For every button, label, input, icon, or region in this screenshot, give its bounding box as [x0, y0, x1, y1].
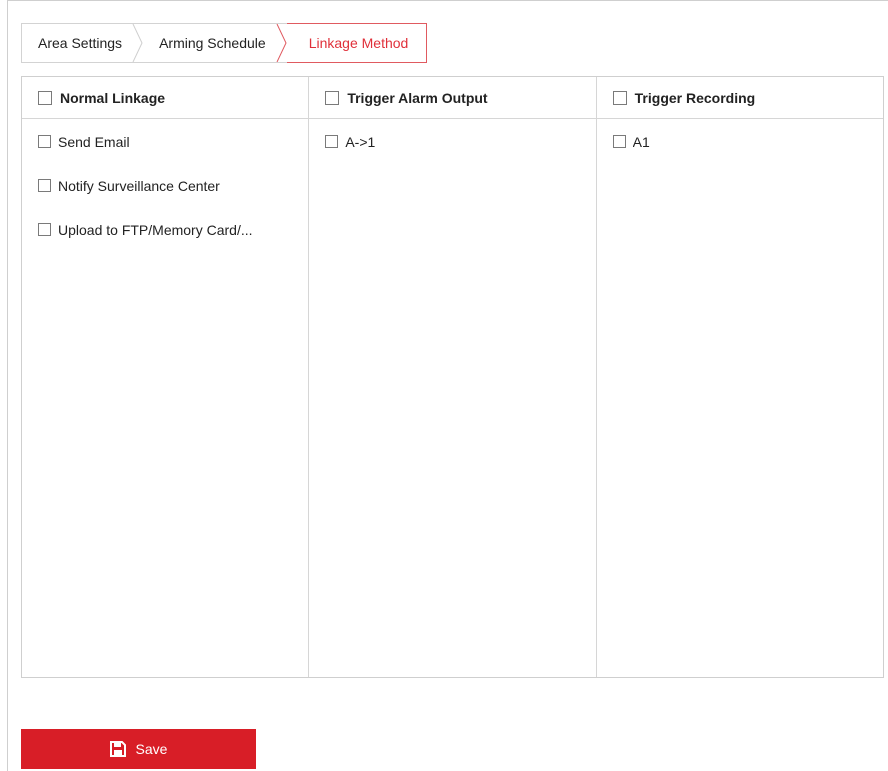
list-item: Notify Surveillance Center [22, 175, 308, 196]
item-label: A->1 [345, 133, 376, 150]
column-body: A->1 [309, 119, 595, 175]
column-header: Trigger Recording [596, 77, 883, 119]
list-item: A1 [597, 131, 883, 152]
item-label: A1 [632, 133, 650, 150]
column-trigger-alarm-output: Trigger Alarm Output A->1 [309, 77, 597, 677]
column-body: Send Email Notify Surveillance Center Up… [22, 119, 308, 263]
normal-linkage-select-all-checkbox[interactable] [38, 90, 52, 105]
column-header-label: Normal Linkage [60, 89, 166, 106]
tab-label: Area Settings [38, 35, 123, 51]
content-frame: Area Settings Arming Schedule Linkage Me… [7, 0, 888, 771]
trigger-recording-select-all-checkbox[interactable] [612, 90, 627, 105]
column-trigger-recording: Trigger Recording A1 [596, 77, 883, 677]
item-label: Upload to FTP/Memory Card/... [58, 221, 253, 238]
tab-linkage-method[interactable]: Linkage Method [286, 23, 428, 63]
tab-label: Arming Schedule [159, 35, 266, 51]
list-item: Send Email [22, 131, 308, 152]
column-header: Normal Linkage [22, 77, 309, 119]
list-item: Upload to FTP/Memory Card/... [22, 219, 308, 240]
item-label: Notify Surveillance Center [58, 177, 220, 194]
tab-arming-schedule[interactable]: Arming Schedule [143, 24, 287, 62]
tab-bar: Area Settings Arming Schedule Linkage Me… [21, 23, 428, 63]
column-header-label: Trigger Alarm Output [347, 89, 488, 106]
column-normal-linkage: Normal Linkage Send Email Notify Surveil… [22, 77, 310, 677]
tab-area-settings[interactable]: Area Settings [22, 24, 143, 62]
trigger-alarm-output-select-all-checkbox[interactable] [325, 90, 340, 105]
column-body: A1 [597, 119, 883, 175]
save-button[interactable]: Save [21, 729, 256, 769]
save-button-label: Save [135, 741, 168, 757]
alarm-output-a1-checkbox[interactable] [325, 135, 339, 148]
linkage-table: Normal Linkage Send Email Notify Surveil… [21, 76, 884, 678]
item-label: Send Email [58, 133, 130, 150]
recording-a1-checkbox[interactable] [612, 135, 626, 148]
upload-ftp-checkbox[interactable] [38, 223, 51, 236]
tab-label: Linkage Method [308, 35, 409, 51]
column-header: Trigger Alarm Output [309, 77, 596, 119]
send-email-checkbox[interactable] [38, 135, 51, 148]
save-icon [109, 741, 126, 757]
notify-surveillance-center-checkbox[interactable] [38, 179, 51, 192]
list-item: A->1 [309, 131, 595, 152]
column-header-label: Trigger Recording [634, 89, 756, 106]
